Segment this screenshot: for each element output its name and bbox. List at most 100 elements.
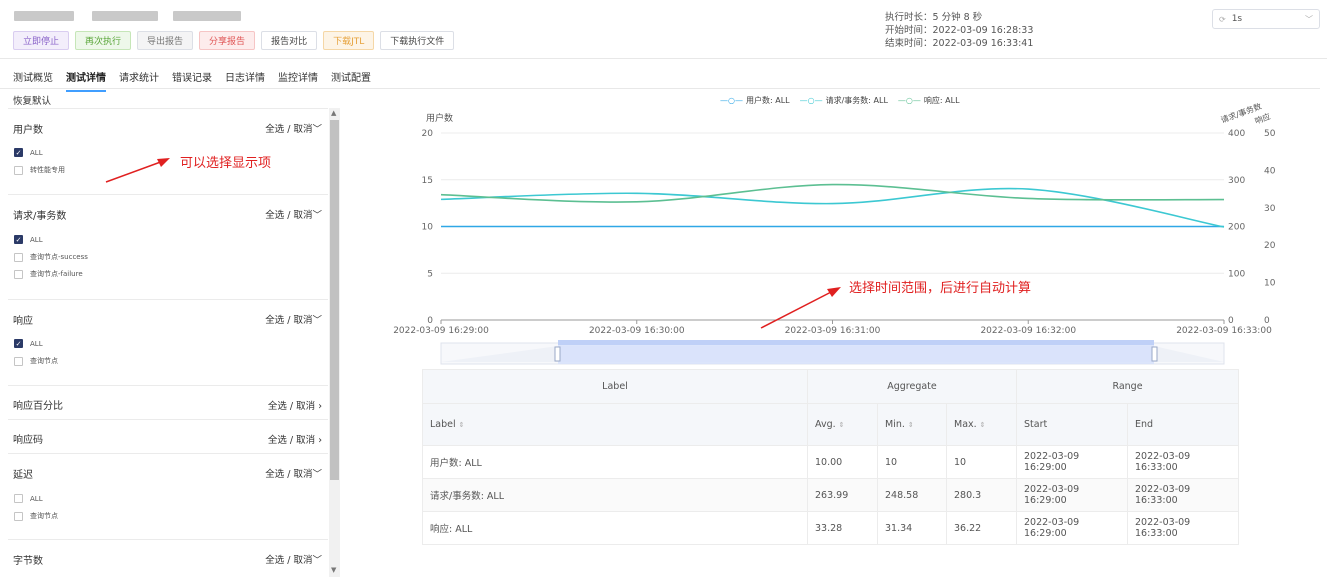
y-right2-tick-label: 40: [1264, 166, 1276, 176]
filter-section-response-code: 响应码 全选 / 取消 ›: [8, 419, 328, 453]
cell-label: 用户数: ALL: [422, 445, 808, 479]
sort-icon[interactable]: ⇕: [908, 421, 914, 429]
cell-min: 31.34: [877, 511, 947, 545]
y-left-axis-title: 用户数: [426, 112, 453, 124]
stats-table: Label Aggregate Range Label ⇕ Avg. ⇕ Min. ⇕…: [422, 369, 1239, 545]
select-all-link[interactable]: 全选: [265, 469, 284, 480]
y-right2-tick-label: 10: [1264, 279, 1276, 289]
y-left-tick-label: 20: [422, 129, 434, 139]
section-title: 响应码: [13, 435, 43, 446]
cell-start: 2022-03-09 16:29:00: [1016, 478, 1128, 512]
chevron-down-icon: ﹀: [312, 555, 322, 566]
cell-max: 10: [946, 445, 1017, 479]
cancel-link[interactable]: 取消: [293, 469, 312, 480]
cell-min: 10: [877, 445, 947, 479]
select-toggle: 全选 / 取消 ›: [268, 398, 322, 412]
select-toggle: 全选 / 取消﹀: [265, 552, 322, 566]
y-right2-axis-title: 响应: [1253, 111, 1271, 126]
x-tick-label: 2022-03-09 16:29:00: [393, 326, 489, 336]
cell-label: 请求/事务数: ALL: [422, 478, 808, 512]
checkbox-icon[interactable]: [14, 511, 23, 521]
table-row: 请求/事务数: ALL 263.99 248.58 280.3 2022-03-…: [422, 478, 1239, 512]
group-header-aggregate: Aggregate: [807, 369, 1017, 404]
column-header-min[interactable]: Min. ⇕: [877, 403, 947, 446]
option-item[interactable]: ALL: [14, 494, 43, 503]
cell-min: 248.58: [877, 478, 947, 512]
cell-end: 2022-03-09 16:33:00: [1127, 445, 1239, 479]
y-right2-tick-label: 0: [1264, 316, 1270, 326]
table-row: 用户数: ALL 10.00 10 10 2022-03-09 16:29:00…: [422, 445, 1239, 479]
chevron-right-icon: ›: [315, 401, 322, 412]
filter-section-bytes: 字节数 全选 / 取消﹀: [8, 539, 328, 577]
y-left-tick-label: 10: [422, 223, 434, 233]
select-all-link[interactable]: 全选: [268, 435, 287, 446]
range-handle-left-icon: [554, 346, 561, 362]
filter-section-latency: 延迟 全选 / 取消﹀ ALL 查询节点: [8, 453, 328, 539]
y-right1-tick-label: 300: [1228, 176, 1245, 186]
cancel-link[interactable]: 取消: [296, 401, 315, 412]
section-title: 响应百分比: [13, 401, 63, 412]
series-line: [440, 187, 1225, 228]
y-right2-tick-label: 20: [1264, 241, 1276, 251]
cell-start: 2022-03-09 16:29:00: [1016, 511, 1128, 545]
y-right1-tick-label: 0: [1228, 316, 1234, 326]
checkbox-icon[interactable]: [14, 494, 23, 503]
y-left-tick-label: 0: [427, 316, 433, 326]
cell-max: 280.3: [946, 478, 1017, 512]
sort-icon[interactable]: ⇕: [980, 421, 986, 429]
column-header-avg[interactable]: Avg. ⇕: [807, 403, 878, 446]
select-all-link[interactable]: 全选: [268, 401, 287, 412]
cell-avg: 33.28: [807, 511, 878, 545]
chevron-down-icon: ﹀: [312, 469, 322, 480]
option-label: 查询节点: [30, 512, 58, 520]
cell-max: 36.22: [946, 511, 1017, 545]
table-row: 响应: ALL 33.28 31.34 36.22 2022-03-09 16:…: [422, 511, 1239, 545]
x-tick-label: 2022-03-09 16:30:00: [589, 326, 685, 336]
x-tick-label: 2022-03-09 16:33:00: [1176, 326, 1272, 336]
scroll-down-icon[interactable]: ▼: [331, 566, 336, 574]
sort-icon[interactable]: ⇕: [839, 421, 845, 429]
range-slider-top: [558, 340, 1154, 345]
cell-label: 响应: ALL: [422, 511, 808, 545]
column-header-end: End: [1127, 403, 1239, 446]
option-item[interactable]: 查询节点: [14, 511, 58, 521]
section-title: 延迟: [13, 470, 33, 481]
group-header-range: Range: [1016, 369, 1239, 404]
annotation-select-range: 选择时间范围，后进行自动计算: [849, 281, 1032, 296]
range-handle-right-icon: [1151, 346, 1158, 362]
y-left-tick-label: 5: [427, 269, 433, 279]
group-header-label: Label: [422, 369, 808, 404]
x-tick-label: 2022-03-09 16:32:00: [980, 326, 1076, 336]
line-chart[interactable]: 05101520010020030040001020304050用户数 请求/事务…: [0, 0, 1327, 368]
select-toggle: 全选 / 取消 ›: [268, 432, 322, 446]
option-label: ALL: [30, 494, 43, 503]
series-line: [440, 183, 1225, 203]
chevron-right-icon: ›: [315, 435, 322, 446]
cancel-link[interactable]: 取消: [296, 435, 315, 446]
cancel-link[interactable]: 取消: [293, 555, 312, 566]
column-header-start: Start: [1016, 403, 1128, 446]
y-right1-tick-label: 100: [1228, 269, 1245, 279]
y-right1-tick-label: 400: [1228, 129, 1245, 139]
column-header-max[interactable]: Max. ⇕: [946, 403, 1017, 446]
column-header-label[interactable]: Label ⇕: [422, 403, 808, 446]
y-right2-tick-label: 50: [1264, 129, 1276, 139]
select-all-link[interactable]: 全选: [265, 555, 284, 566]
select-toggle: 全选 / 取消﹀: [265, 466, 322, 480]
separator: /: [286, 401, 297, 412]
cell-avg: 10.00: [807, 445, 878, 479]
cell-end: 2022-03-09 16:33:00: [1127, 478, 1239, 512]
y-right1-tick-label: 200: [1228, 223, 1245, 233]
cell-start: 2022-03-09 16:29:00: [1016, 445, 1128, 479]
filter-section-response-percentile: 响应百分比 全选 / 取消 ›: [8, 385, 328, 419]
section-title: 字节数: [13, 556, 43, 567]
y-left-tick-label: 15: [422, 176, 433, 186]
chart-lines: [440, 183, 1225, 228]
range-slider-window: [558, 343, 1154, 364]
sort-icon[interactable]: ⇕: [459, 421, 465, 429]
cell-avg: 263.99: [807, 478, 878, 512]
separator: /: [286, 435, 297, 446]
y-right2-tick-label: 30: [1264, 204, 1276, 214]
annotation-arrow-icon: [760, 287, 841, 329]
cell-end: 2022-03-09 16:33:00: [1127, 511, 1239, 545]
